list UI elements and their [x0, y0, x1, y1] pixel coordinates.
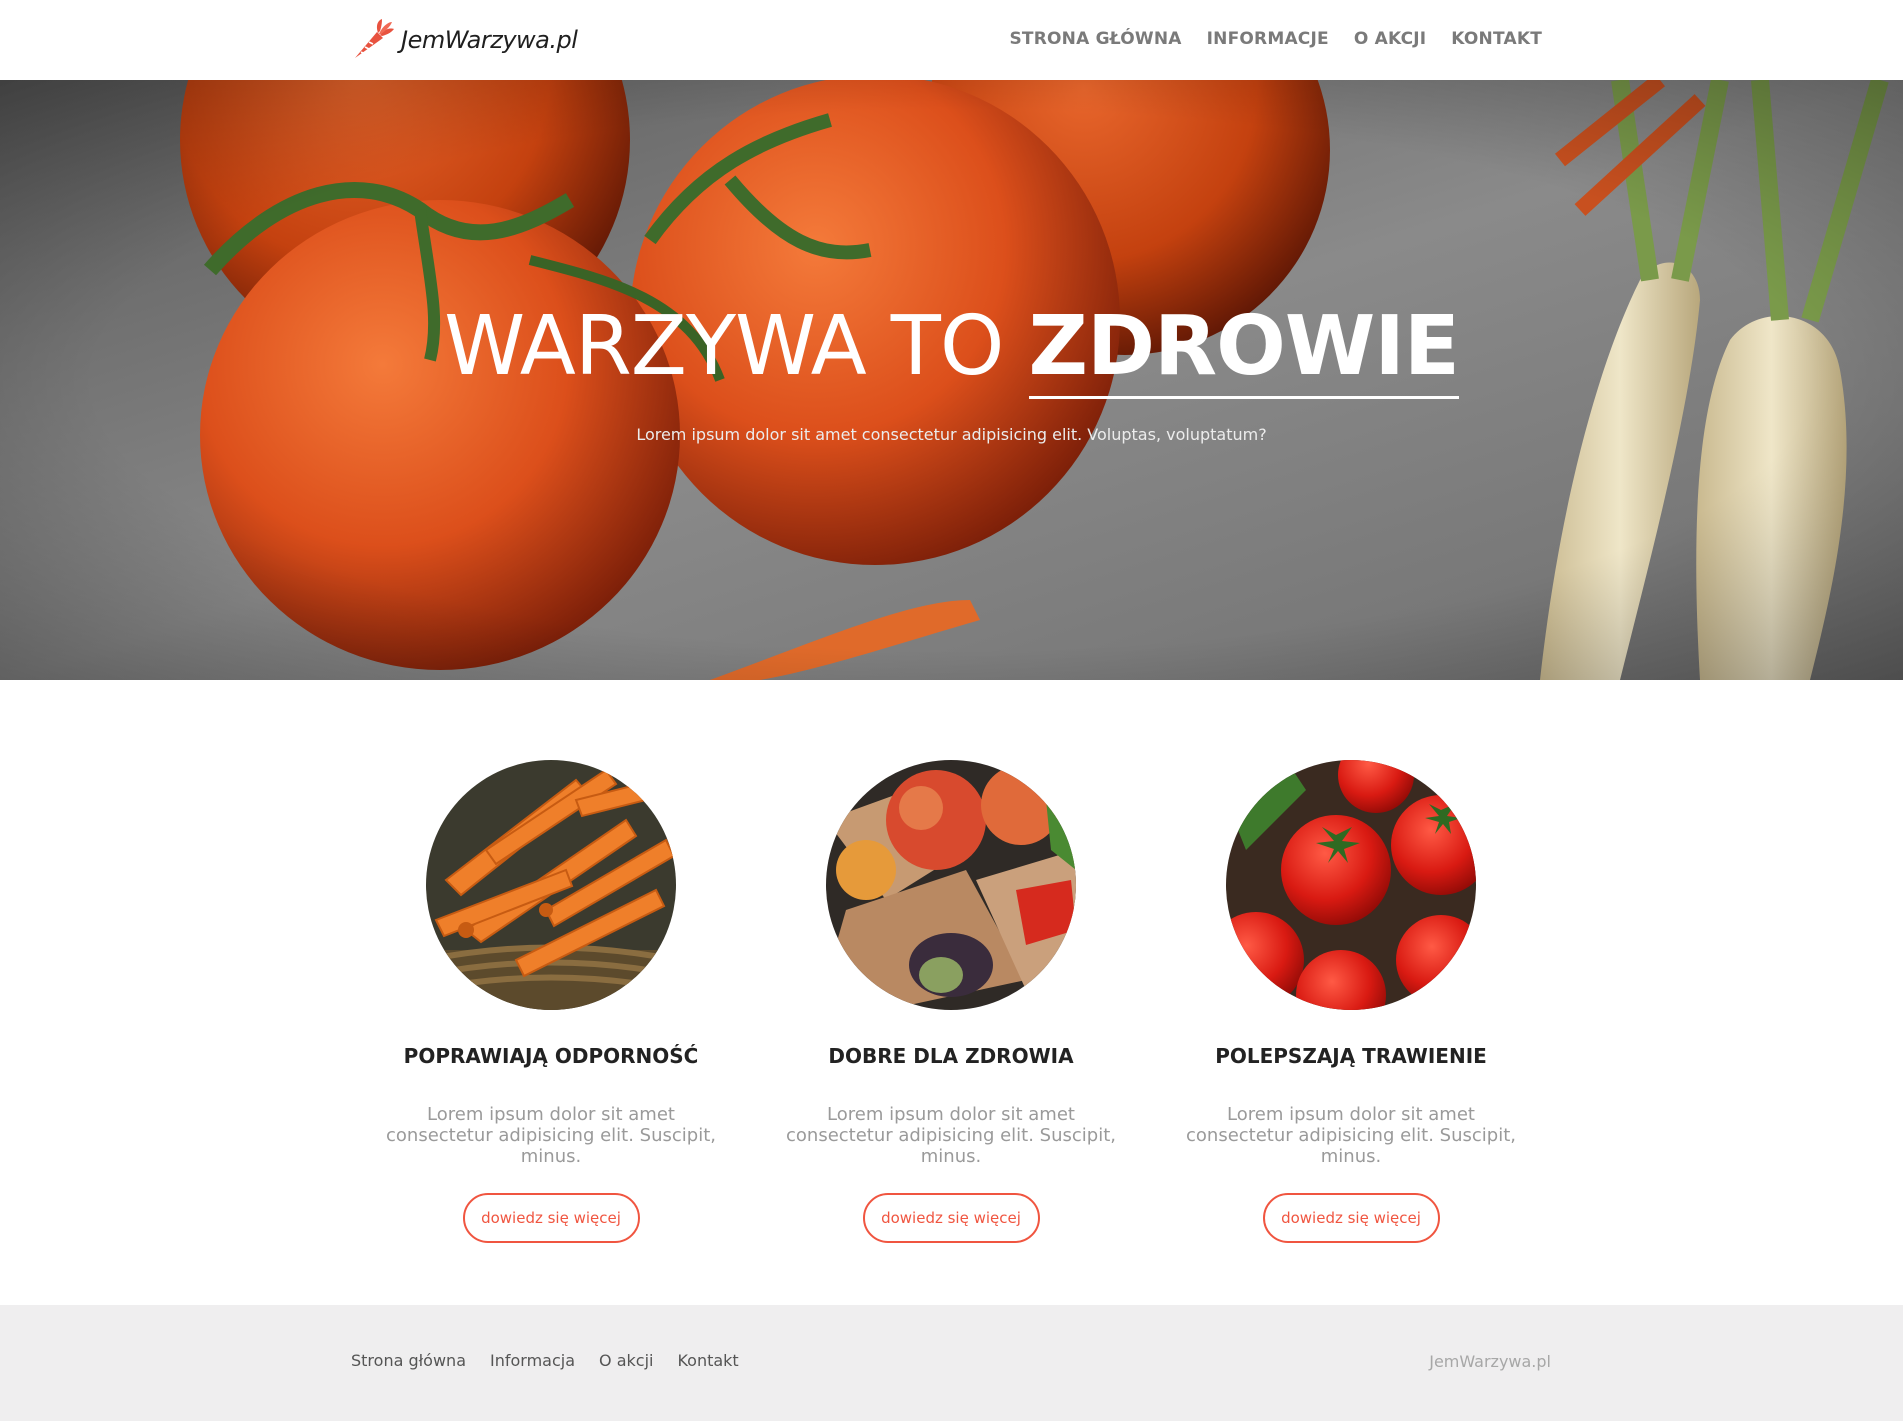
learn-more-button[interactable]: dowiedz się więcej: [1262, 1193, 1440, 1243]
feature-card: POPRAWIAJĄ ODPORNOŚĆ Lorem ipsum dolor s…: [371, 760, 731, 1243]
footer-link-home[interactable]: Strona główna: [351, 1351, 466, 1370]
footer-brand: JemWarzywa.pl: [1429, 1352, 1551, 1371]
tomatoes-photo: [1226, 760, 1476, 1010]
nav-item-info[interactable]: INFORMACJE: [1207, 29, 1329, 49]
hero-subtitle: Lorem ipsum dolor sit amet consectetur a…: [636, 425, 1267, 444]
footer-nav: Strona główna Informacja O akcji Kontakt: [351, 1351, 739, 1370]
feature-card: POLEPSZAJĄ TRAWIENIE Lorem ipsum dolor s…: [1171, 760, 1531, 1243]
feature-title: DOBRE DLA ZDROWIA: [828, 1044, 1074, 1068]
footer-link-contact[interactable]: Kontakt: [677, 1351, 738, 1370]
site-header: JemWarzywa.pl STRONA GŁÓWNA INFORMACJE O…: [0, 0, 1903, 80]
hero-title: WARZYWA TO ZDROWIE: [0, 299, 1903, 399]
mixed-vegetables-photo: [826, 760, 1076, 1010]
hero-title-light: WARZYWA TO: [444, 299, 1029, 394]
feature-text: Lorem ipsum dolor sit amet consectetur a…: [1186, 1104, 1516, 1167]
nav-item-home[interactable]: STRONA GŁÓWNA: [1009, 29, 1181, 49]
footer-link-about[interactable]: O akcji: [599, 1351, 653, 1370]
learn-more-button[interactable]: dowiedz się więcej: [462, 1193, 640, 1243]
carrots-photo: [426, 760, 676, 1010]
hero-title-bold: ZDROWIE: [1028, 299, 1460, 399]
site-footer: Strona główna Informacja O akcji Kontakt…: [0, 1305, 1903, 1421]
features-section: POPRAWIAJĄ ODPORNOŚĆ Lorem ipsum dolor s…: [0, 680, 1903, 1305]
feature-text: Lorem ipsum dolor sit amet consectetur a…: [786, 1104, 1116, 1167]
logo-link[interactable]: JemWarzywa.pl: [351, 16, 578, 64]
hero-section: WARZYWA TO ZDROWIE Lorem ipsum dolor sit…: [0, 80, 1903, 680]
learn-more-button[interactable]: dowiedz się więcej: [862, 1193, 1040, 1243]
logo-text: JemWarzywa.pl: [401, 26, 578, 54]
footer-link-info[interactable]: Informacja: [490, 1351, 575, 1370]
feature-card: DOBRE DLA ZDROWIA Lorem ipsum dolor sit …: [771, 760, 1131, 1243]
feature-title: POPRAWIAJĄ ODPORNOŚĆ: [403, 1044, 699, 1068]
nav-item-about[interactable]: O AKCJI: [1354, 29, 1426, 49]
feature-text: Lorem ipsum dolor sit amet consectetur a…: [386, 1104, 716, 1167]
carrot-icon: [351, 16, 397, 64]
nav-item-contact[interactable]: KONTAKT: [1451, 29, 1542, 49]
feature-title: POLEPSZAJĄ TRAWIENIE: [1215, 1044, 1487, 1068]
main-nav: STRONA GŁÓWNA INFORMACJE O AKCJI KONTAKT: [1009, 29, 1542, 49]
